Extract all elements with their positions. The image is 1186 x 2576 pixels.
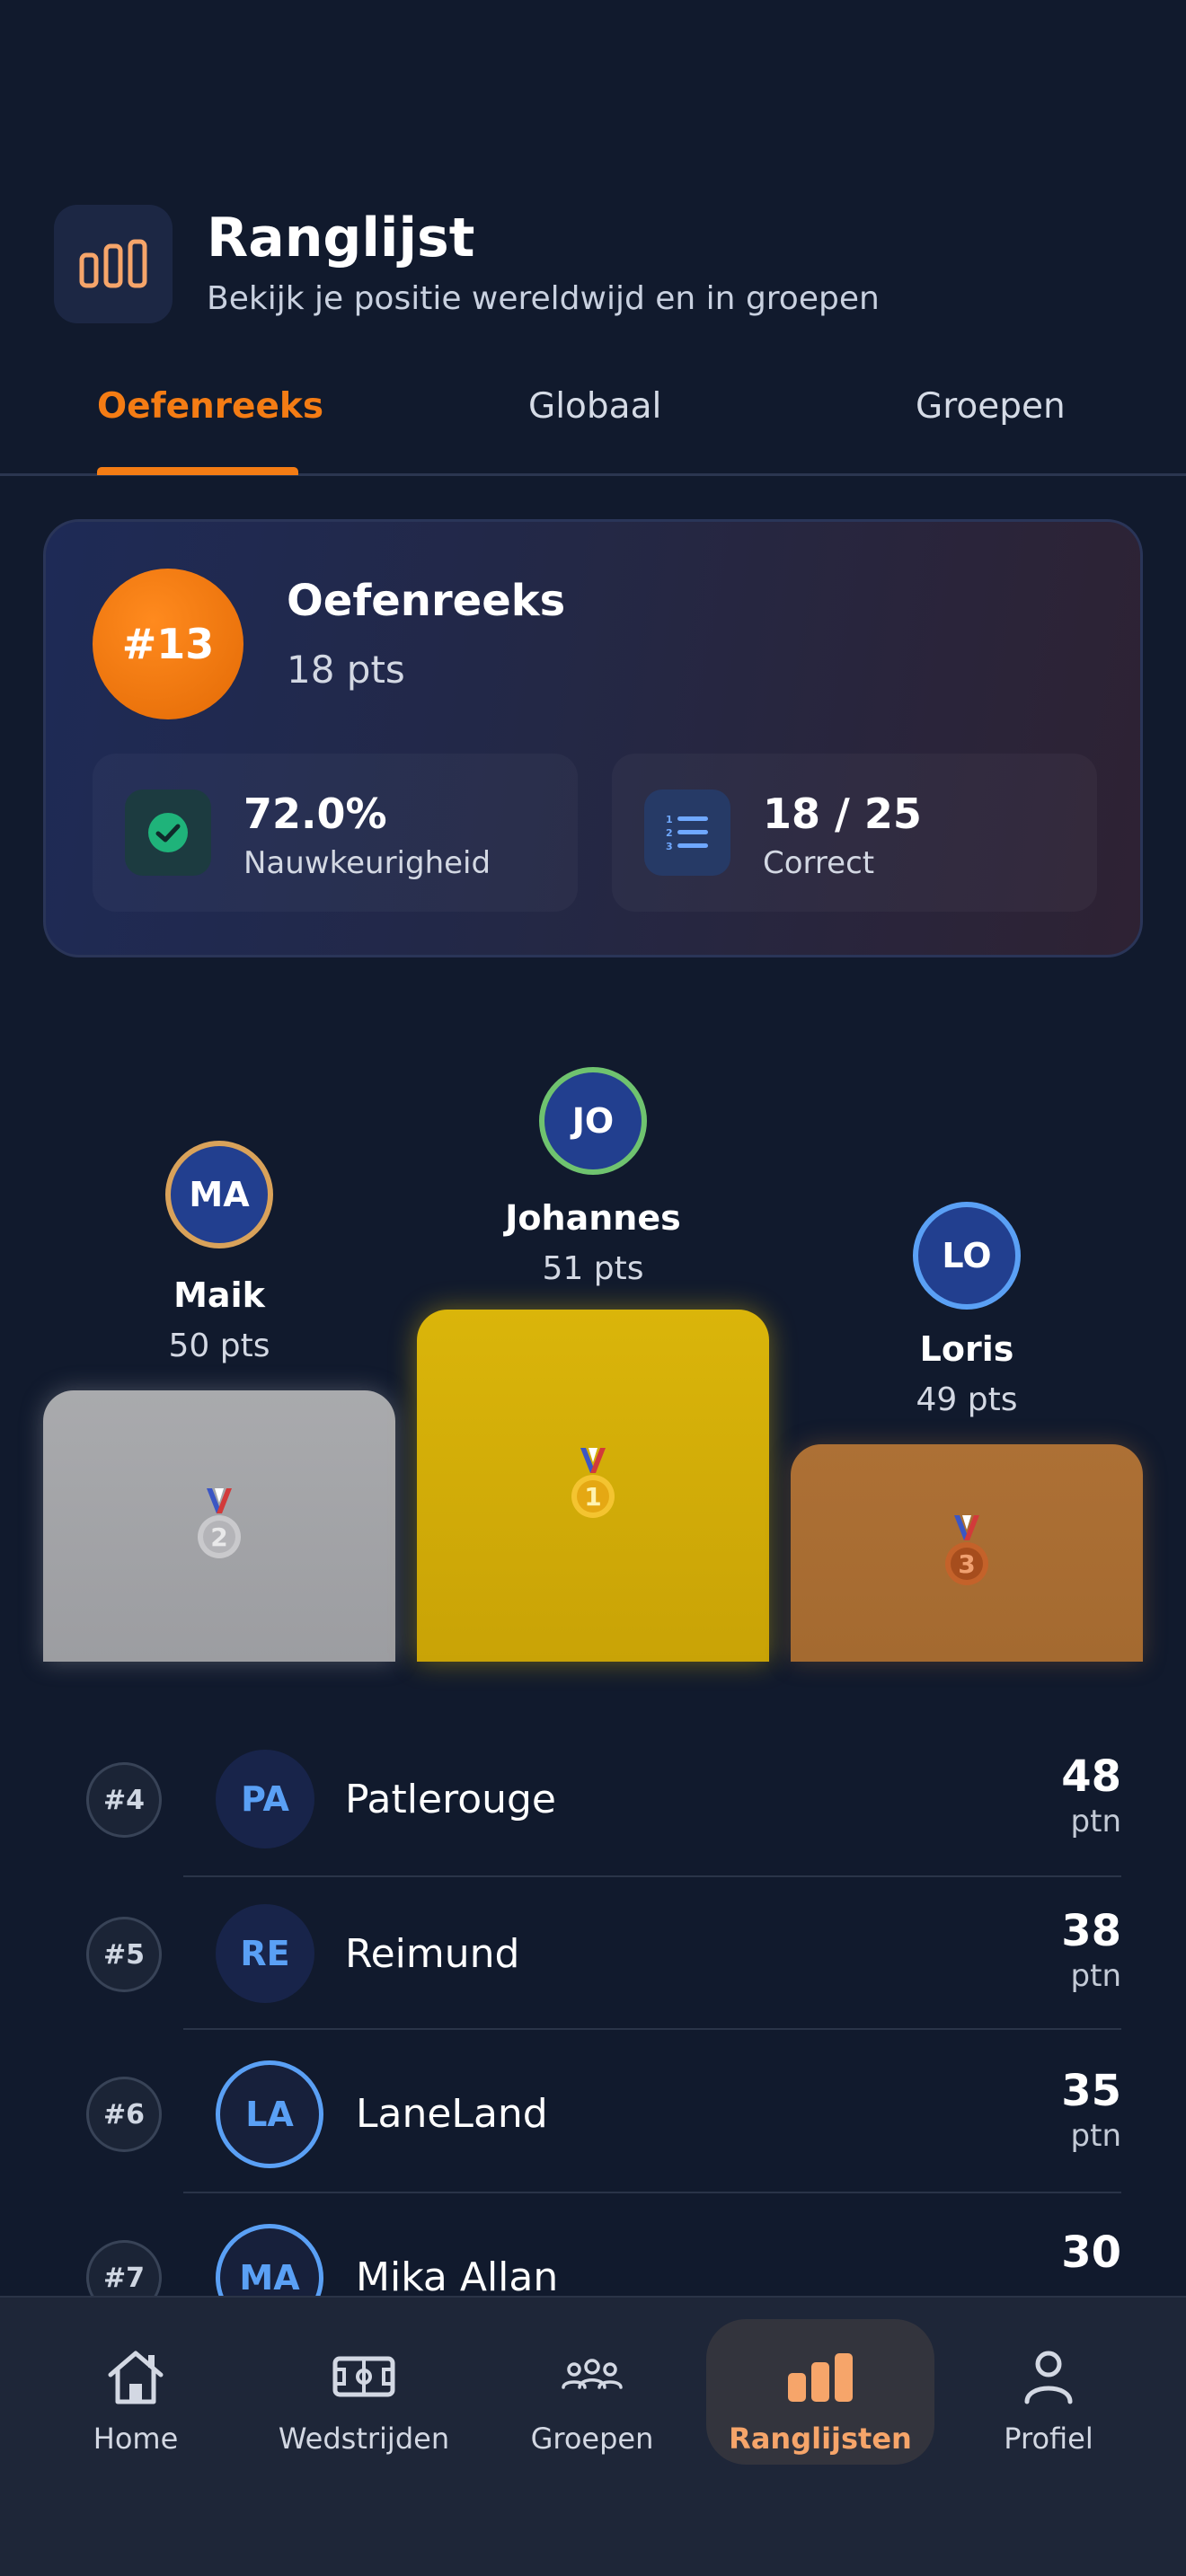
nav-label: Home	[93, 2422, 179, 2456]
nav-ranglijsten[interactable]: Ranglijsten	[706, 2319, 934, 2465]
divider	[183, 1875, 1121, 1877]
list-item[interactable]: #6 LA LaneLand 35 ptn	[0, 2051, 1186, 2195]
group-icon	[478, 2346, 706, 2411]
check-circle-icon	[125, 790, 211, 876]
podium-third[interactable]: LO Loris 49 pts 3	[791, 1202, 1143, 1662]
svg-text:2: 2	[666, 827, 673, 839]
player-name: Patlerouge	[345, 1777, 556, 1822]
nav-home[interactable]: Home	[22, 2319, 250, 2465]
bottom-nav: Home Wedstrijden Groepen Ranglijsten Pro…	[0, 2296, 1186, 2576]
avatar: PA	[216, 1750, 314, 1848]
podium-first[interactable]: JO Johannes 51 pts 1	[417, 1067, 769, 1662]
podium-second[interactable]: MA Maik 50 pts 2	[43, 1141, 395, 1662]
list-item[interactable]: #5 RE Reimund 38 ptn	[0, 1897, 1186, 2030]
nav-label: Groepen	[530, 2422, 654, 2456]
tab-bar: Oefenreeks Globaal Groepen	[0, 368, 1186, 476]
podium-name: Maik	[173, 1275, 265, 1315]
page-subtitle: Bekijk je positie wereldwijd en in groep…	[207, 280, 880, 317]
podium-block-third: 3	[791, 1444, 1143, 1662]
podium-points: 50 pts	[168, 1328, 270, 1364]
podium-block-second: 2	[43, 1390, 395, 1662]
silver-medal-icon: 2	[198, 1488, 241, 1558]
numbered-list-icon: 1 2 3	[644, 790, 730, 876]
player-score: 38 ptn	[1061, 1906, 1121, 1996]
nav-label: Wedstrijden	[278, 2422, 450, 2456]
field-icon	[250, 2346, 478, 2411]
podium-block-first: 1	[417, 1310, 769, 1662]
svg-text:2: 2	[210, 1522, 227, 1552]
correct-value: 18 / 25	[763, 790, 922, 838]
accuracy-label: Nauwkeurigheid	[243, 845, 491, 881]
tab-oefenreeks[interactable]: Oefenreeks	[97, 386, 323, 467]
active-tab-indicator	[97, 467, 298, 475]
accuracy-card: 72.0% Nauwkeurigheid	[93, 754, 578, 912]
svg-text:3: 3	[666, 841, 673, 852]
score-value: 30	[1061, 2228, 1121, 2278]
score-unit: ptn	[1070, 1958, 1121, 1994]
rank-badge: #13	[93, 569, 243, 719]
player-score: 48 ptn	[1061, 1751, 1121, 1841]
player-name: Reimund	[345, 1931, 520, 1977]
score-unit: ptn	[1070, 2118, 1121, 2154]
score-value: 38	[1061, 1906, 1121, 1956]
nav-profiel[interactable]: Profiel	[934, 2319, 1163, 2465]
player-name: Mika Allan	[356, 2254, 559, 2300]
podium-points: 49 pts	[916, 1381, 1018, 1418]
user-icon	[934, 2346, 1163, 2411]
accuracy-value: 72.0%	[243, 790, 387, 838]
avatar: RE	[216, 1904, 314, 2003]
bar-chart-icon	[706, 2346, 934, 2411]
svg-text:1: 1	[666, 814, 673, 825]
gold-medal-icon: 1	[571, 1448, 615, 1518]
avatar: LA	[216, 2060, 323, 2168]
tab-globaal[interactable]: Globaal	[528, 386, 661, 467]
rank-badge: #5	[86, 1917, 162, 1992]
divider	[183, 2028, 1121, 2030]
svg-text:1: 1	[584, 1482, 601, 1512]
player-name: LaneLand	[356, 2091, 548, 2137]
page-header: Ranglijst Bekijk je positie wereldwijd e…	[54, 205, 880, 323]
rank-badge: #4	[86, 1762, 162, 1838]
list-item[interactable]: #4 PA Patlerouge 48 ptn	[0, 1742, 1186, 1875]
player-score: 30	[1061, 2228, 1121, 2278]
summary-card: #13 Oefenreeks 18 pts 72.0% Nauwkeurighe…	[43, 519, 1143, 957]
avatar: MA	[165, 1141, 273, 1248]
correct-card: 1 2 3 18 / 25 Correct	[612, 754, 1097, 912]
rank-badge: #6	[86, 2077, 162, 2152]
avatar: JO	[539, 1067, 647, 1175]
divider	[183, 2192, 1121, 2193]
tab-groepen[interactable]: Groepen	[916, 386, 1066, 467]
score-unit: ptn	[1070, 1804, 1121, 1839]
summary-points: 18 pts	[287, 648, 405, 692]
bronze-medal-icon: 3	[945, 1515, 988, 1585]
nav-groepen[interactable]: Groepen	[478, 2319, 706, 2465]
home-icon	[22, 2346, 250, 2411]
bar-chart-icon	[54, 205, 173, 323]
avatar: LO	[913, 1202, 1021, 1310]
correct-label: Correct	[763, 845, 875, 881]
svg-text:3: 3	[958, 1549, 975, 1579]
nav-label: Ranglijsten	[729, 2422, 912, 2456]
player-score: 35 ptn	[1061, 2066, 1121, 2156]
podium-name: Johannes	[505, 1198, 681, 1238]
score-value: 35	[1061, 2066, 1121, 2116]
page-title: Ranglijst	[207, 207, 475, 269]
nav-label: Profiel	[1004, 2422, 1093, 2456]
podium-name: Loris	[919, 1329, 1014, 1369]
nav-wedstrijden[interactable]: Wedstrijden	[250, 2319, 478, 2465]
score-value: 48	[1061, 1751, 1121, 1802]
podium-points: 51 pts	[542, 1250, 644, 1287]
summary-name: Oefenreeks	[287, 576, 566, 626]
